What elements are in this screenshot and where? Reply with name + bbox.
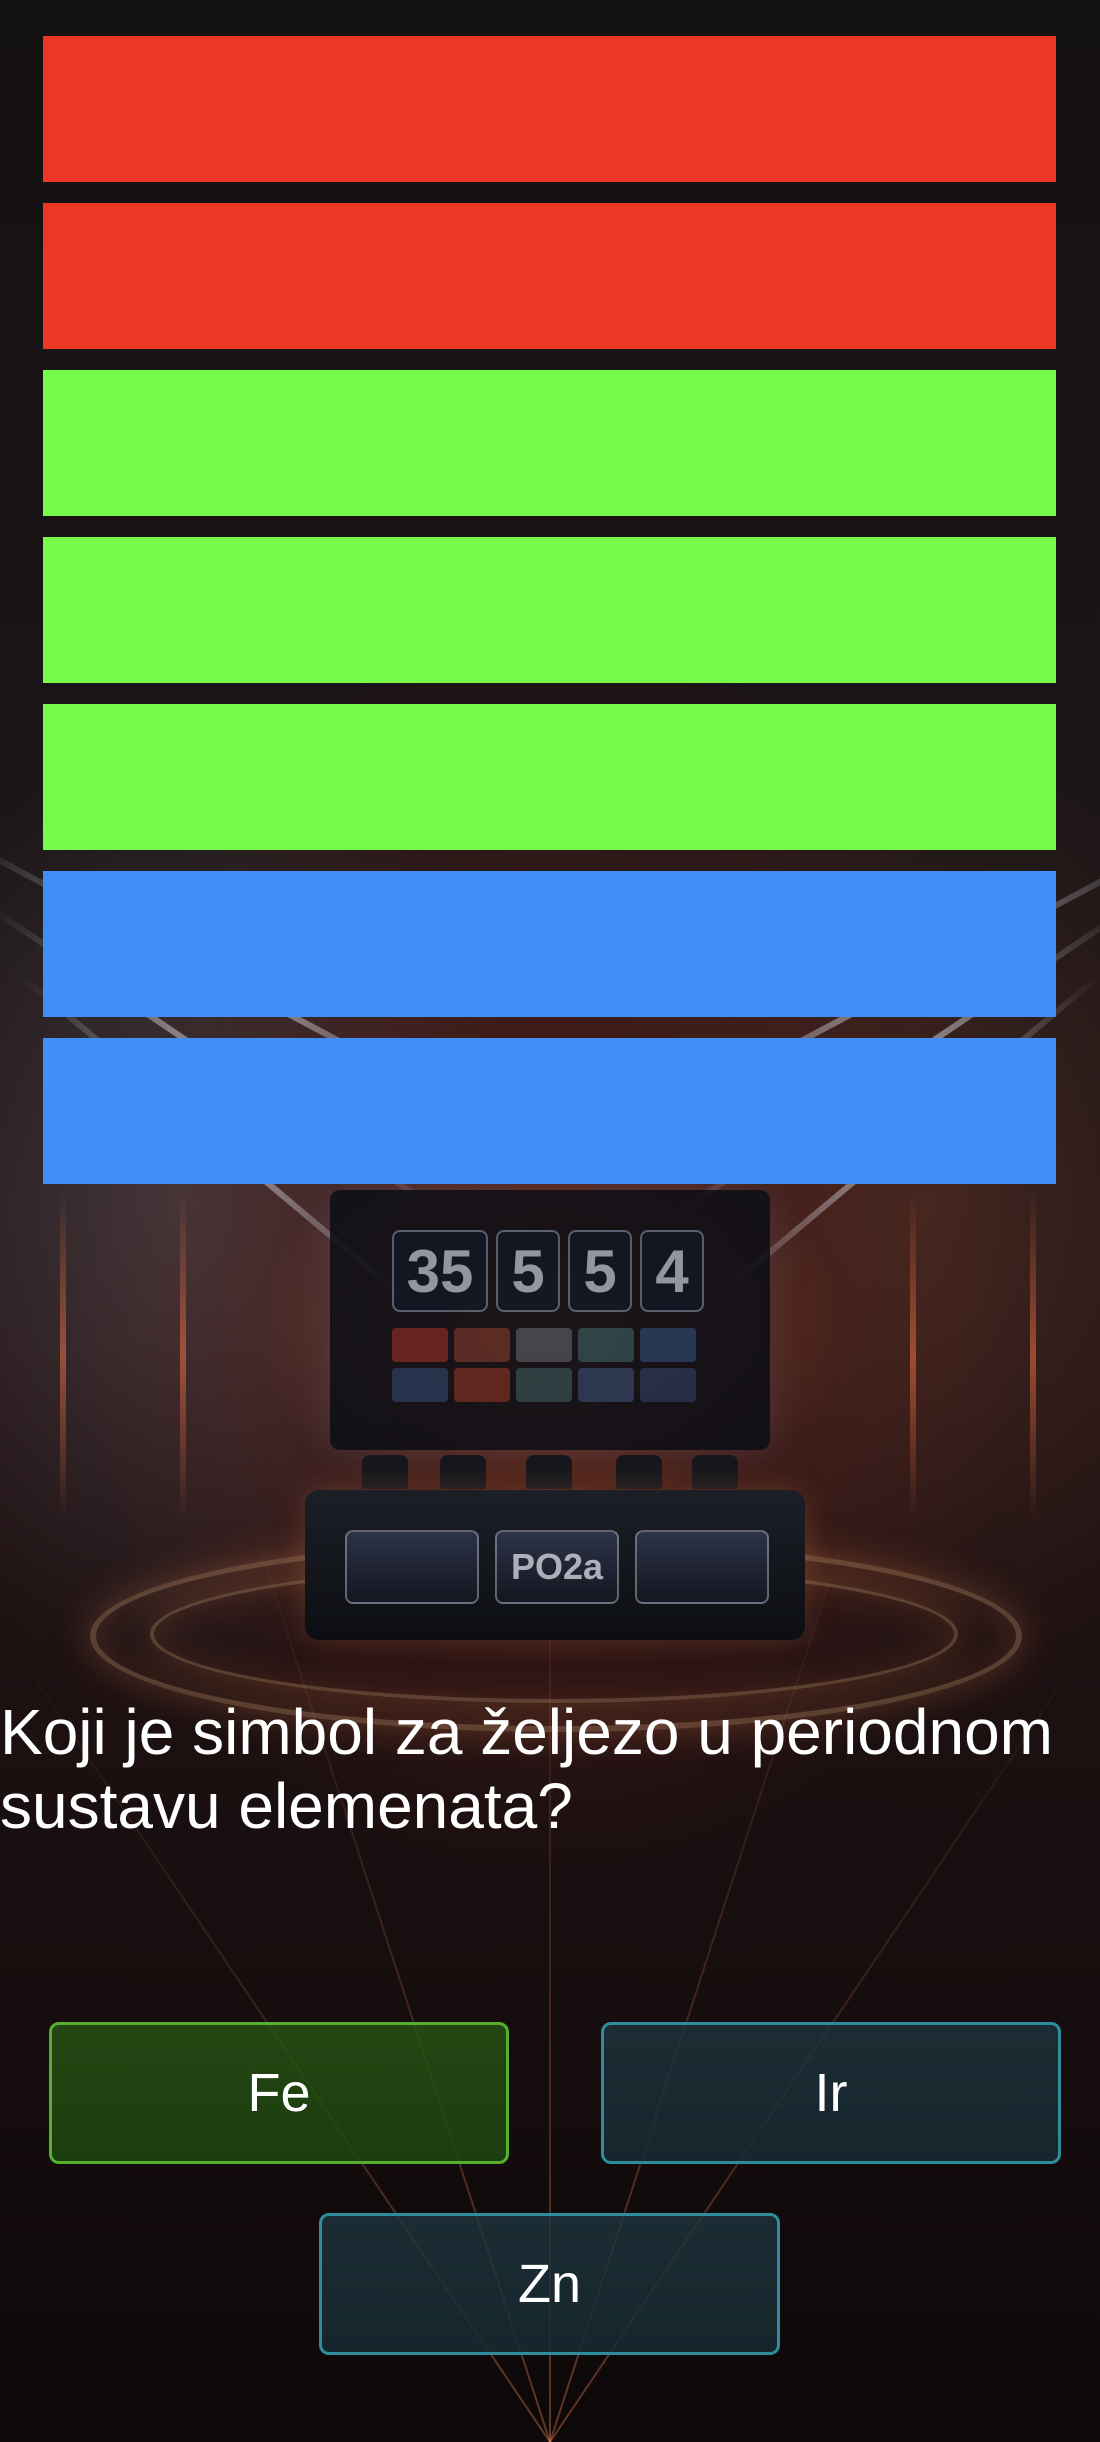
- chair: [362, 1455, 408, 1489]
- answer-label: Fe: [247, 2063, 311, 2123]
- scoreboard-digit: 4: [640, 1230, 704, 1312]
- chair: [440, 1455, 486, 1489]
- answer-label: Zn: [517, 2254, 582, 2314]
- scoreboard-digit: 35: [392, 1230, 488, 1312]
- answer-button-fe[interactable]: Fe: [49, 2022, 509, 2164]
- chair: [692, 1455, 738, 1489]
- answer-label: Ir: [814, 2063, 848, 2123]
- progress-bar: [43, 871, 1056, 1017]
- question-text: Koji je simbol za željezo u periodnom su…: [0, 1696, 1053, 1842]
- chair: [526, 1455, 572, 1489]
- progress-bar: [43, 537, 1056, 683]
- progress-bar: [43, 704, 1056, 850]
- chair: [616, 1455, 662, 1489]
- progress-bars: [43, 36, 1056, 1205]
- progress-bar: [43, 370, 1056, 516]
- progress-bar: [43, 36, 1056, 182]
- scoreboard-grid: [392, 1328, 696, 1402]
- light-pillar: [60, 1190, 66, 1520]
- podium-text: PO2a: [495, 1530, 619, 1604]
- progress-bar: [43, 203, 1056, 349]
- scoreboard-digit: 5: [568, 1230, 632, 1312]
- background-podium: PO2a: [305, 1490, 805, 1640]
- light-pillar: [180, 1190, 186, 1520]
- progress-bar: [43, 1038, 1056, 1184]
- light-pillar: [1030, 1190, 1036, 1520]
- background-scoreboard: 35 5 5 4: [330, 1190, 770, 1450]
- answer-button-zn[interactable]: Zn: [319, 2213, 780, 2355]
- answer-button-ir[interactable]: Ir: [601, 2022, 1061, 2164]
- light-pillar: [910, 1190, 916, 1520]
- scoreboard-digit: 5: [496, 1230, 560, 1312]
